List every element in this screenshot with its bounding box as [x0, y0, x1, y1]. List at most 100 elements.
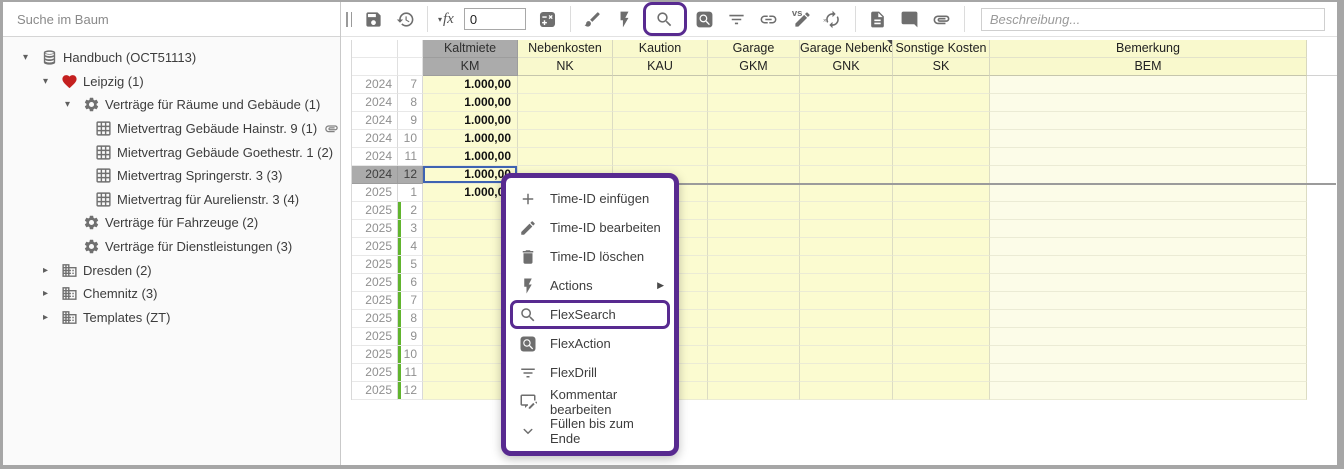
grid-cell[interactable] [990, 256, 1307, 274]
lightning-button[interactable] [612, 6, 638, 32]
tree-item-mietvertrag-gebaude-hainstr-9-1[interactable]: Mietvertrag Gebäude Hainstr. 9 (1) [3, 117, 340, 141]
row-header-year[interactable]: 2024 [352, 148, 398, 166]
grid-cell[interactable] [893, 256, 990, 274]
grid-cell[interactable] [893, 166, 990, 184]
row-header-month[interactable]: 12 [398, 382, 423, 400]
grid-cell[interactable] [518, 130, 613, 148]
refresh-button[interactable]: × [820, 6, 846, 32]
row-header-month[interactable]: 5 [398, 256, 423, 274]
grid-cell[interactable] [518, 112, 613, 130]
tree-item-templates-zt[interactable]: ▸Templates (ZT) [3, 306, 340, 330]
grid-cell[interactable] [708, 328, 800, 346]
tree-item-chemnitz-3[interactable]: ▸Chemnitz (3) [3, 282, 340, 306]
grid-cell[interactable] [990, 148, 1307, 166]
calculator-button[interactable] [535, 6, 561, 32]
tree-item-dresden-2[interactable]: ▸Dresden (2) [3, 258, 340, 282]
grid-cell[interactable]: 1.000,00 [423, 130, 518, 148]
description-input[interactable] [981, 8, 1325, 31]
menu-item-time-id-loschen[interactable]: Time-ID löschen [506, 242, 674, 271]
row-header-year[interactable]: 2024 [352, 76, 398, 94]
grid-cell[interactable] [800, 292, 893, 310]
grid-cell[interactable]: 1.000,00 [423, 76, 518, 94]
grid-cell[interactable]: 1.000,00 [423, 148, 518, 166]
row-header-month[interactable]: 8 [398, 94, 423, 112]
tree-item-handbuch-oct51113[interactable]: ▾Handbuch (OCT51113) [3, 46, 340, 70]
grid-cell[interactable] [990, 310, 1307, 328]
grid-cell[interactable] [893, 130, 990, 148]
grid-cell[interactable] [800, 166, 893, 184]
row-header-year[interactable]: 2024 [352, 112, 398, 130]
row-header-month[interactable]: 11 [398, 148, 423, 166]
row-header-year[interactable]: 2024 [352, 130, 398, 148]
row-header-month[interactable]: 1 [398, 184, 423, 202]
grid-cell[interactable] [613, 148, 708, 166]
tree-item-leipzig-1[interactable]: ▾Leipzig (1) [3, 70, 340, 94]
grid-cell[interactable] [708, 238, 800, 256]
grid-cell[interactable] [708, 166, 800, 184]
grid-cell[interactable] [893, 94, 990, 112]
grid-cell[interactable] [800, 220, 893, 238]
grid-cell[interactable] [613, 130, 708, 148]
menu-item-time-id-einfugen[interactable]: Time-ID einfügen [506, 184, 674, 213]
link-button[interactable] [756, 6, 782, 32]
tree-item-mietvertrag-springerstr-3-3[interactable]: Mietvertrag Springerstr. 3 (3) [3, 164, 340, 188]
grid-cell[interactable] [708, 130, 800, 148]
grid-cell[interactable] [800, 274, 893, 292]
row-header-month[interactable]: 7 [398, 292, 423, 310]
grid-cell[interactable] [800, 346, 893, 364]
grid-cell[interactable] [893, 382, 990, 400]
row-header-month[interactable]: 9 [398, 112, 423, 130]
grid-cell[interactable] [990, 76, 1307, 94]
save-button[interactable] [360, 6, 386, 32]
grid-cell[interactable] [708, 202, 800, 220]
row-header-year[interactable]: 2025 [352, 346, 398, 364]
column-code-gnk[interactable]: GNK [800, 58, 893, 76]
column-header-nebenkosten[interactable]: Nebenkosten [518, 40, 613, 58]
grid-cell[interactable] [990, 166, 1307, 184]
formula-dropdown[interactable]: ▾fx [438, 11, 454, 28]
column-header-kaltmiete[interactable]: Kaltmiete [423, 40, 518, 58]
flexdrill-button[interactable] [724, 6, 750, 32]
grid-cell[interactable] [708, 112, 800, 130]
comment-button[interactable] [897, 6, 923, 32]
grid-cell[interactable] [990, 364, 1307, 382]
menu-item-flexsearch[interactable]: FlexSearch [506, 300, 674, 329]
pane-resize-handle[interactable] [346, 12, 352, 27]
attachment-button[interactable] [929, 6, 955, 32]
column-code-kau[interactable]: KAU [613, 58, 708, 76]
row-header-year[interactable]: 2025 [352, 328, 398, 346]
grid-cell[interactable] [990, 328, 1307, 346]
grid-cell[interactable]: 1.000,00 [423, 94, 518, 112]
grid-cell[interactable] [893, 310, 990, 328]
grid-cell[interactable] [613, 94, 708, 112]
menu-item-actions[interactable]: Actions▶ [506, 271, 674, 300]
grid-cell[interactable] [893, 292, 990, 310]
grid-cell[interactable] [708, 220, 800, 238]
grid-cell[interactable] [990, 274, 1307, 292]
grid-cell[interactable] [800, 310, 893, 328]
tree-item-vertrage-fur-dienstleistungen-3[interactable]: Verträge für Dienstleistungen (3) [3, 235, 340, 259]
column-code-sk[interactable]: SK [893, 58, 990, 76]
row-header-year[interactable]: 2025 [352, 238, 398, 256]
grid-cell[interactable] [800, 382, 893, 400]
grid-cell[interactable] [893, 364, 990, 382]
grid-cell[interactable] [990, 220, 1307, 238]
grid-cell[interactable] [893, 238, 990, 256]
column-header-garage[interactable]: Garage [708, 40, 800, 58]
grid-cell[interactable] [893, 148, 990, 166]
grid-cell[interactable] [893, 274, 990, 292]
grid-cell[interactable] [800, 94, 893, 112]
flexsearch-button[interactable] [652, 6, 678, 32]
row-header-month[interactable]: 11 [398, 364, 423, 382]
document-button[interactable] [865, 6, 891, 32]
grid-cell[interactable]: 1.000,00 [423, 112, 518, 130]
grid-cell[interactable] [893, 328, 990, 346]
column-code-nk[interactable]: NK [518, 58, 613, 76]
row-header-year[interactable]: 2024 [352, 94, 398, 112]
grid-cell[interactable] [800, 76, 893, 94]
menu-item-flexdrill[interactable]: FlexDrill [506, 358, 674, 387]
row-header-month[interactable]: 9 [398, 328, 423, 346]
tree-item-vertrage-fur-fahrzeuge-2[interactable]: Verträge für Fahrzeuge (2) [3, 211, 340, 235]
flexaction-button[interactable] [692, 6, 718, 32]
tree-item-vertrage-fur-raume-und-gebaude-1[interactable]: ▾Verträge für Räume und Gebäude (1) [3, 93, 340, 117]
